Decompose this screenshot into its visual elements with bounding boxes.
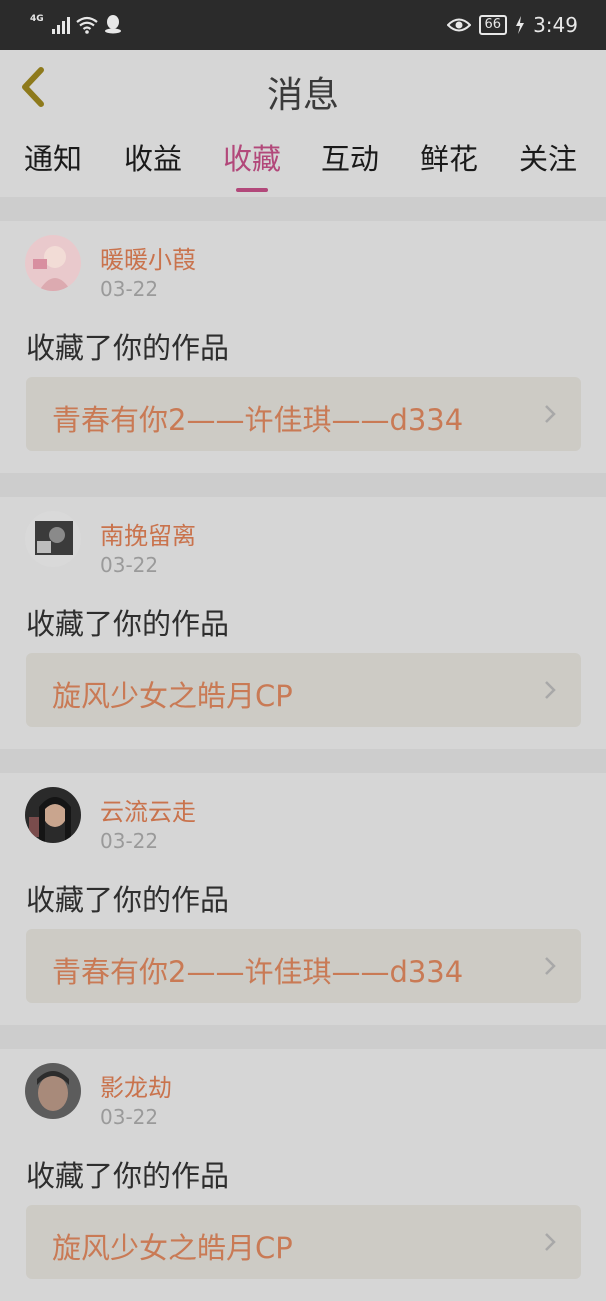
signal-icon: [51, 14, 70, 34]
status-bar: 4G 66 3:49: [0, 0, 606, 50]
message-date: 03-22: [100, 277, 159, 301]
message-text: 收藏了你的作品: [26, 1159, 230, 1193]
work-link[interactable]: 青春有你2——许佳琪——d334: [26, 929, 581, 1003]
work-link[interactable]: 旋风少女之皓月CP: [26, 653, 581, 727]
app-bar: 消息: [0, 50, 606, 125]
divider: [0, 473, 606, 497]
divider: [0, 749, 606, 773]
avatar[interactable]: [25, 1063, 81, 1119]
work-link[interactable]: 旋风少女之皓月CP: [26, 1205, 581, 1279]
tab-label: 收益: [124, 142, 183, 176]
chevron-right-icon: [545, 957, 556, 975]
eye-icon: [446, 18, 471, 32]
message-text: 收藏了你的作品: [26, 883, 230, 917]
message-date: 03-22: [100, 1105, 159, 1129]
message-date: 03-22: [100, 829, 159, 853]
message-text: 收藏了你的作品: [26, 607, 230, 641]
tab-earnings[interactable]: 收益: [124, 136, 182, 178]
status-icons-left: 4G: [30, 14, 122, 34]
username[interactable]: 南挽留离: [100, 516, 196, 551]
qq-icon: [104, 15, 121, 34]
list-item: 影龙劫 03-22 收藏了你的作品 旋风少女之皓月CP: [0, 1049, 606, 1301]
work-title: 旋风少女之皓月CP: [52, 1231, 293, 1265]
avatar[interactable]: [25, 511, 81, 567]
list-item: 南挽留离 03-22 收藏了你的作品 旋风少女之皓月CP: [0, 497, 606, 749]
list-item: 暖暖小葭 03-22 收藏了你的作品 青春有你2——许佳琪——d334: [0, 221, 606, 473]
work-title: 旋风少女之皓月CP: [52, 679, 293, 713]
tab-label: 鲜花: [420, 142, 479, 176]
tab-flowers[interactable]: 鲜花: [420, 136, 478, 178]
tab-label: 通知: [24, 142, 83, 176]
username[interactable]: 影龙劫: [100, 1068, 172, 1103]
clock: 3:49: [533, 13, 578, 37]
battery-icon: 66: [478, 15, 508, 35]
charging-icon: [516, 16, 525, 34]
tab-follow[interactable]: 关注: [519, 136, 577, 178]
work-title: 青春有你2——许佳琪——d334: [52, 403, 464, 437]
list-item: 云流云走 03-22 收藏了你的作品 青春有你2——许佳琪——d334: [0, 773, 606, 1025]
tab-label: 互动: [321, 142, 380, 176]
status-icons-right: 66 3:49: [446, 13, 578, 37]
tab-interaction[interactable]: 互动: [321, 136, 379, 178]
network-type: 4G: [30, 14, 44, 24]
message-list: 暖暖小葭 03-22 收藏了你的作品 青春有你2——许佳琪——d334 南挽留离…: [0, 197, 606, 1301]
divider: [0, 197, 606, 221]
chevron-right-icon: [545, 405, 556, 423]
divider: [0, 1025, 606, 1049]
tab-favorites[interactable]: 收藏: [223, 136, 282, 192]
username[interactable]: 暖暖小葭: [100, 240, 196, 275]
chevron-right-icon: [545, 1233, 556, 1251]
chevron-right-icon: [545, 681, 556, 699]
tab-label: 关注: [519, 142, 578, 176]
tab-notification[interactable]: 通知: [24, 136, 82, 178]
work-title: 青春有你2——许佳琪——d334: [52, 955, 464, 989]
wifi-icon: [75, 16, 98, 34]
work-link[interactable]: 青春有你2——许佳琪——d334: [26, 377, 581, 451]
tab-label: 收藏: [223, 142, 282, 176]
avatar[interactable]: [25, 235, 81, 291]
avatar[interactable]: [25, 787, 81, 843]
message-text: 收藏了你的作品: [26, 331, 230, 365]
tab-bar: 通知 收益 收藏 互动 鲜花 关注: [0, 124, 606, 196]
message-date: 03-22: [100, 553, 159, 577]
active-tab-indicator: [236, 188, 268, 192]
page-title: 消息: [266, 75, 339, 116]
username[interactable]: 云流云走: [100, 792, 196, 827]
